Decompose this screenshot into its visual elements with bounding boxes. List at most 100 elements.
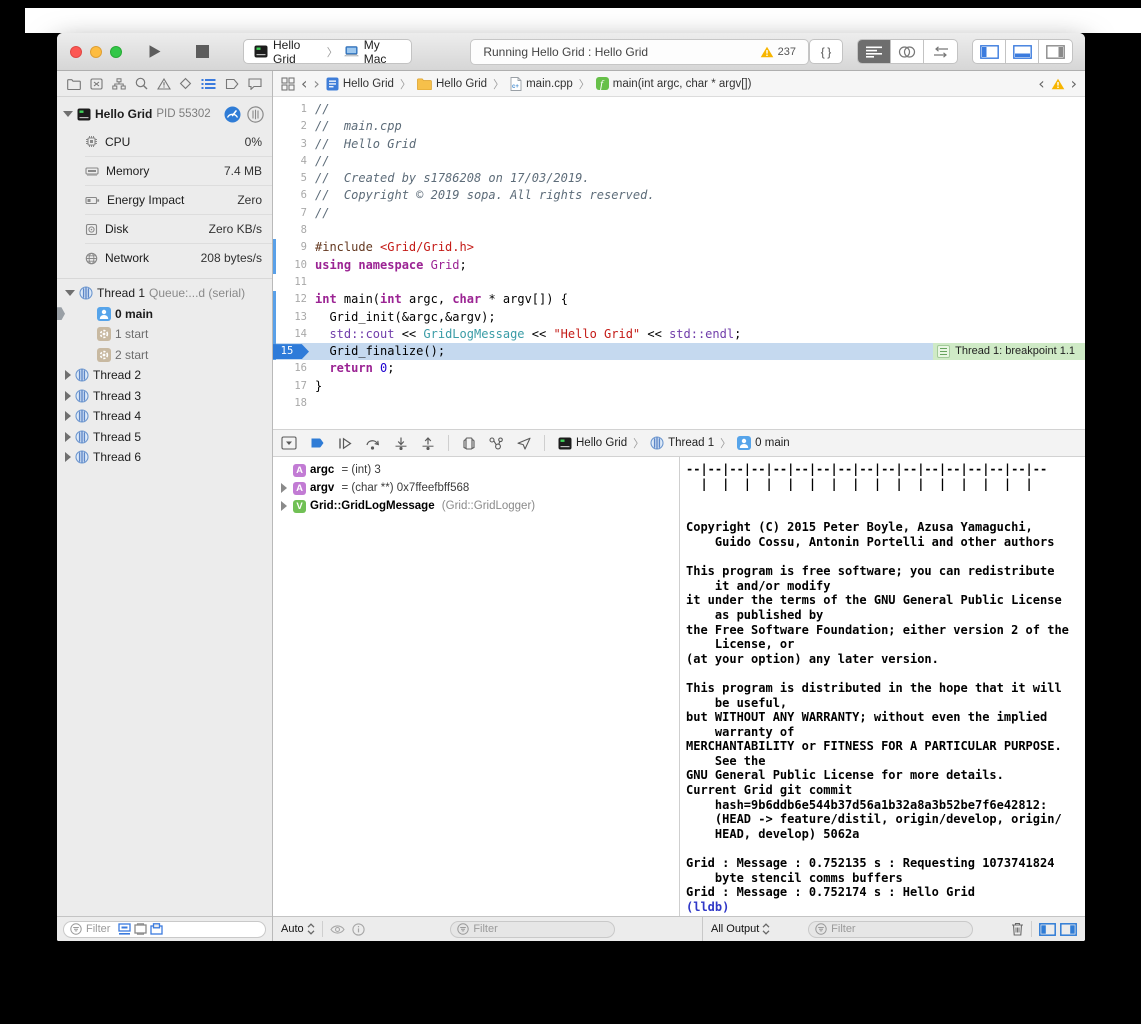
stop-button[interactable] [196, 45, 209, 58]
jumpbar-crumb[interactable]: Hello Grid [326, 77, 394, 91]
simulate-location-button[interactable] [517, 437, 531, 450]
thread-row[interactable]: Thread 6 [57, 447, 272, 468]
jumpbar-crumb[interactable]: c+main.cpp [510, 77, 573, 91]
step-over-button[interactable] [365, 437, 381, 450]
library-button[interactable]: { } [809, 39, 843, 64]
warning-count-badge[interactable]: 237 [760, 46, 796, 58]
variable-row[interactable]: Aargv = (char **) 0x7ffeefbff568 [273, 479, 679, 497]
console-output[interactable]: --|--|--|--|--|--|--|--|--|--|--|--|--|-… [679, 457, 1085, 916]
standard-editor-button[interactable] [858, 40, 891, 63]
code-line[interactable]: 6// Copyright © 2019 sopa. All rights re… [273, 187, 1085, 204]
jumpbar-crumb[interactable]: fmain(int argc, char * argv[]) [596, 77, 752, 90]
disclosure-triangle[interactable] [63, 111, 73, 117]
run-button[interactable] [148, 44, 162, 59]
thread-row[interactable]: Thread 3 [57, 386, 272, 407]
gauge-row-cpu[interactable]: CPU0% [85, 127, 272, 156]
continue-button[interactable] [338, 437, 352, 450]
navigator-tab-find[interactable] [135, 77, 148, 90]
view-hierarchy-button[interactable] [462, 437, 476, 450]
code-line[interactable]: 10using namespace Grid; [273, 257, 1085, 274]
variables-scope-selector[interactable]: Auto [281, 923, 315, 935]
source-editor[interactable]: 1//2// main.cpp3// Hello Grid4//5// Crea… [273, 97, 1085, 429]
navigator-tab-symbol[interactable] [112, 78, 126, 90]
related-items-icon[interactable] [281, 77, 295, 91]
memory-graph-button[interactable] [489, 437, 504, 450]
toggle-console-button[interactable] [1060, 923, 1077, 936]
debugbar-crumb[interactable]: Hello Grid [558, 437, 627, 450]
toggle-debug-area-button[interactable] [1006, 40, 1039, 63]
thread-row[interactable]: Thread 1Queue:...d (serial) [57, 283, 272, 304]
code-line[interactable]: 12int main(int argc, char * argv[]) { [273, 291, 1085, 308]
debugbar-crumb[interactable]: Thread 1 [650, 436, 714, 450]
thread-row[interactable]: Thread 2 [57, 365, 272, 386]
print-description-button[interactable] [352, 923, 365, 936]
code-line[interactable]: 8 [273, 222, 1085, 239]
debug-gauge-button[interactable] [224, 106, 241, 123]
disclosure-triangle[interactable] [65, 370, 71, 380]
disclosure-triangle[interactable] [279, 501, 289, 511]
gauge-row-memory[interactable]: Memory7.4 MB [85, 156, 272, 185]
back-button[interactable]: ‹ [301, 76, 307, 92]
code-line[interactable]: 9#include <Grid/Grid.h> [273, 239, 1085, 256]
step-into-button[interactable] [394, 437, 408, 450]
console-filter-field[interactable]: Filter [808, 921, 973, 938]
process-row[interactable]: Hello Grid PID 55302 [57, 101, 272, 127]
console-output-selector[interactable]: All Output [711, 923, 770, 935]
toggle-inspector-button[interactable] [1039, 40, 1072, 63]
forward-button[interactable]: › [313, 76, 319, 92]
step-out-button[interactable] [421, 437, 435, 450]
disclosure-triangle[interactable] [65, 391, 71, 401]
variable-row[interactable]: VGrid::GridLogMessage (Grid::GridLogger) [273, 497, 679, 515]
breakpoint-annotation[interactable]: Thread 1: breakpoint 1.1 [933, 343, 1085, 360]
breakpoints-toggle-button[interactable] [310, 437, 325, 449]
debugbar-crumb[interactable]: 0 main [737, 436, 790, 450]
stack-frame-row[interactable]: 1 start [57, 324, 272, 345]
code-line[interactable]: 1// [273, 101, 1085, 118]
disclosure-triangle[interactable] [65, 290, 75, 296]
assistant-editor-button[interactable] [891, 40, 924, 63]
gauge-row-energy-impact[interactable]: Energy ImpactZero [85, 185, 272, 214]
version-editor-button[interactable] [924, 40, 957, 63]
code-line[interactable]: 16 return 0; [273, 360, 1085, 377]
variables-view[interactable]: Aargc = (int) 3Aargv = (char **) 0x7ffee… [273, 457, 679, 916]
navigator-tab-test[interactable] [179, 77, 192, 90]
navigator-tab-source-control[interactable] [90, 78, 103, 90]
show-stack-frames-button[interactable] [150, 923, 163, 935]
gauge-row-disk[interactable]: DiskZero KB/s [85, 214, 272, 243]
thread-view-mode-button[interactable] [247, 106, 264, 123]
disclosure-triangle[interactable] [65, 432, 71, 442]
close-window-button[interactable] [70, 46, 82, 58]
jumpbar-crumb[interactable]: Hello Grid [417, 78, 487, 90]
zoom-window-button[interactable] [110, 46, 122, 58]
code-line[interactable]: 14 std::cout << GridLogMessage << "Hello… [273, 326, 1085, 343]
code-line[interactable]: 11 [273, 274, 1085, 291]
navigator-tab-debug[interactable] [201, 78, 216, 90]
disclosure-triangle[interactable] [279, 483, 289, 493]
instruction-pointer-badge[interactable]: 15 [273, 344, 309, 359]
code-line[interactable]: 2// main.cpp [273, 118, 1085, 135]
code-line[interactable]: 3// Hello Grid [273, 136, 1085, 153]
next-issue-button[interactable]: › [1071, 76, 1077, 92]
show-paused-only-button[interactable] [118, 923, 131, 935]
thread-row[interactable]: Thread 4 [57, 406, 272, 427]
issue-warning-icon[interactable] [1051, 78, 1065, 90]
disclosure-triangle[interactable] [65, 452, 71, 462]
quicklook-button[interactable] [330, 924, 345, 935]
clear-console-button[interactable] [1011, 922, 1024, 936]
navigator-tab-issue[interactable] [157, 78, 171, 90]
hide-debug-area-button[interactable] [281, 436, 297, 450]
code-line[interactable]: 7// [273, 205, 1085, 222]
gauge-row-network[interactable]: Network208 bytes/s [85, 243, 272, 272]
variables-filter-field[interactable]: Filter [450, 921, 615, 938]
navigator-filter-field[interactable]: Filter [63, 921, 266, 938]
show-crashed-button[interactable] [134, 923, 147, 935]
navigator-tab-breakpoint[interactable] [225, 78, 239, 90]
code-line[interactable]: 17} [273, 378, 1085, 395]
stack-frame-row[interactable]: 0 main [57, 304, 272, 325]
code-line[interactable]: 13 Grid_init(&argc,&argv); [273, 309, 1085, 326]
activity-view[interactable]: Running Hello Grid : Hello Grid 237 [470, 39, 809, 65]
toggle-navigator-button[interactable] [973, 40, 1006, 63]
toggle-variables-view-button[interactable] [1039, 923, 1056, 936]
previous-issue-button[interactable]: ‹ [1038, 76, 1044, 92]
disclosure-triangle[interactable] [65, 411, 71, 421]
